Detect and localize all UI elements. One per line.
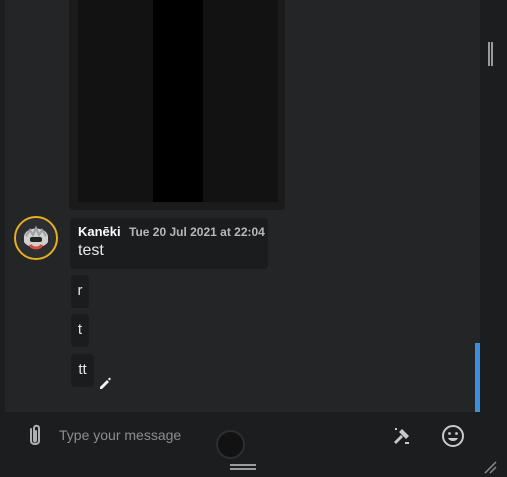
author-name[interactable]: Kanēki [78, 224, 121, 239]
composer-drag-handle-icon[interactable] [230, 464, 256, 470]
message-bubble[interactable]: Kanēki Tue 20 Jul 2021 at 22:04 test [70, 218, 268, 269]
sticker-icon[interactable] [389, 423, 415, 449]
message-composer [5, 412, 480, 459]
paperclip-icon[interactable] [24, 423, 46, 449]
avatar-image [16, 218, 56, 258]
message-bubble[interactable]: r [71, 275, 89, 308]
avatar[interactable] [14, 216, 58, 260]
message-text: test [78, 242, 104, 259]
panel-resize-grip-icon[interactable] [488, 42, 493, 66]
right-panel-edge [480, 0, 507, 477]
message-input[interactable] [57, 422, 361, 448]
message-bubble[interactable]: t [71, 314, 89, 347]
pencil-icon[interactable] [98, 376, 112, 390]
record-button[interactable] [216, 430, 245, 459]
image-dark-band [153, 0, 203, 202]
message-timestamp: Tue 20 Jul 2021 at 22:04 [129, 225, 265, 239]
message-bubble[interactable]: tt [71, 354, 94, 387]
resize-handle-icon[interactable] [483, 460, 497, 474]
emoji-icon[interactable] [440, 423, 466, 449]
